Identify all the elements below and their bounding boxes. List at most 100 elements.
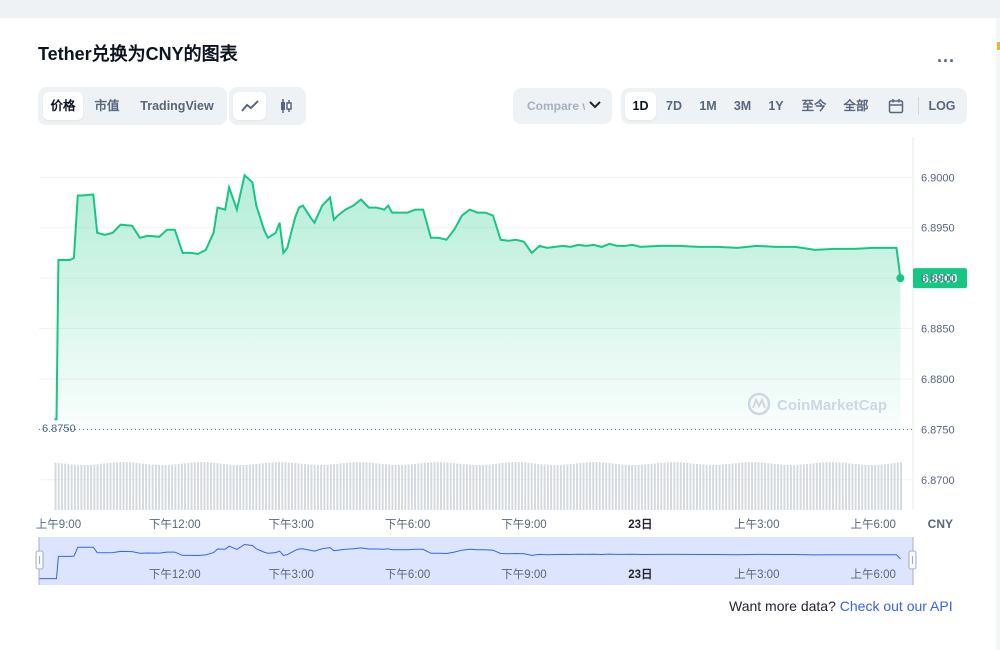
volume-bar [611, 463, 614, 510]
navigator-handle-left[interactable] [35, 550, 44, 570]
x-tick-label: 下午3:00 [269, 518, 314, 531]
volume-bar [307, 464, 310, 510]
volume-bar [887, 463, 890, 510]
volume-bar [90, 464, 93, 510]
volume-bar [167, 464, 170, 510]
volume-bar [433, 462, 436, 510]
volume-bar [129, 462, 131, 510]
volume-bar [870, 465, 873, 510]
volume-bar [417, 463, 420, 510]
volume-bar [469, 464, 472, 510]
volume-bar [106, 463, 109, 510]
volume-bar [378, 463, 381, 510]
volume-bar [640, 464, 643, 510]
volume-bar [456, 463, 459, 510]
volume-bar [815, 462, 818, 510]
volume-bar [686, 462, 689, 510]
navigator-handle-right[interactable] [908, 550, 917, 570]
volume-bar [397, 465, 400, 510]
volume-bar [582, 462, 585, 510]
volume-bar [440, 462, 442, 510]
y-tick-label: 6.8850 [921, 324, 955, 336]
volume-bar [504, 462, 507, 510]
volume-bar [825, 462, 828, 510]
volume-bar [219, 463, 222, 510]
volume-bar [864, 464, 867, 510]
volume-bar [595, 462, 598, 510]
volume-bar [731, 463, 734, 510]
volume-bar [624, 464, 627, 510]
volume-bar [812, 463, 815, 510]
volume-bar [793, 464, 796, 510]
volume-bar [193, 462, 196, 510]
volume-bar [783, 464, 786, 510]
volume-bar [281, 462, 284, 510]
volume-bar [313, 464, 316, 510]
volume-bar [368, 462, 371, 510]
volume-bar [877, 464, 880, 510]
volume-bar [248, 464, 251, 510]
volume-bar [135, 462, 138, 510]
volume-bar [585, 462, 588, 510]
price-chart: 6.8900 6.8750 6.90006.89506.89006.88506.… [35, 137, 967, 585]
volume-bar [666, 462, 669, 510]
volume-bar [252, 464, 255, 510]
volume-bar [715, 464, 718, 510]
volume-bar [883, 464, 886, 510]
volume-bar [384, 464, 387, 510]
volume-bar [747, 462, 750, 510]
volume-bar [190, 462, 193, 510]
volume-bar [297, 463, 300, 510]
volume-bar [70, 464, 73, 510]
x-tick-label: 23日 [628, 518, 652, 531]
volume-bar [670, 462, 672, 510]
volume-bar [407, 464, 410, 510]
volume-bar [349, 462, 352, 510]
volume-bar [423, 462, 426, 510]
volume-bar [116, 462, 118, 510]
y-tick-label: 6.8950 [921, 223, 955, 235]
volume-bar [355, 462, 358, 510]
volume-bar [605, 462, 608, 510]
volume-bar [890, 463, 893, 510]
volume-bar [154, 464, 157, 510]
volume-bar [258, 463, 261, 510]
volume-bar [388, 464, 391, 510]
volume-bar [683, 462, 685, 510]
volume-bar [352, 462, 355, 510]
volume-bar [802, 464, 805, 510]
volume-bar [712, 465, 715, 510]
volume-bar [394, 464, 397, 510]
volume-bar [80, 465, 83, 510]
volume-bar [446, 462, 449, 510]
volume-bar [138, 463, 141, 510]
volume-bar [848, 463, 851, 510]
volume-bar [540, 464, 543, 510]
volume-bar [112, 462, 115, 510]
navigator-tick-label: 下午9:00 [501, 568, 546, 581]
volume-bar [141, 463, 144, 510]
volume-bar [728, 463, 731, 510]
volume-bar [145, 463, 148, 510]
volume-bar [653, 463, 656, 510]
volume-bar [602, 462, 604, 510]
volume-bar [284, 462, 287, 510]
volume-bar [689, 463, 692, 510]
watermark-text: CoinMarketCap [777, 397, 887, 414]
volume-bar [465, 464, 468, 510]
volume-bar [631, 465, 634, 510]
volume-bar [838, 462, 841, 510]
navigator-tick-label: 上午3:00 [734, 568, 779, 581]
y-axis-title: CNY [928, 517, 953, 531]
api-link[interactable]: Check out our API [840, 598, 953, 614]
volume-bar [559, 464, 562, 510]
volume-bar [569, 464, 572, 510]
volume-bar [566, 464, 569, 510]
volume-bar [73, 464, 76, 510]
volume-bar [177, 463, 180, 510]
y-tick-label: 6.8900 [921, 273, 955, 285]
volume-bar [543, 464, 546, 510]
volume-bar [64, 463, 67, 510]
volume-bar [333, 464, 336, 510]
volume-bar [427, 462, 429, 510]
